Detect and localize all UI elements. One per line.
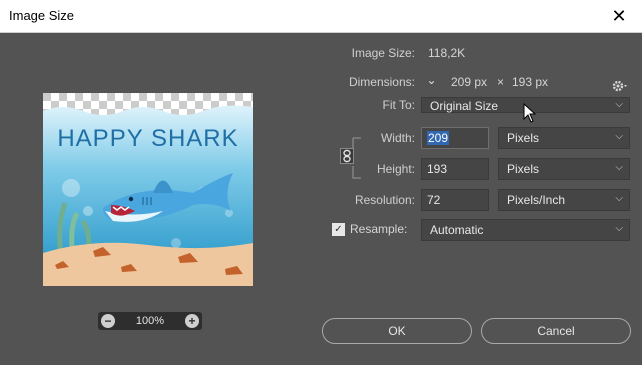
image-size-value: 118,2K bbox=[428, 46, 466, 60]
resolution-unit-dropdown[interactable]: Pixels/Inch ⌵ bbox=[498, 189, 630, 211]
chevron-down-icon: ⌵ bbox=[615, 162, 623, 173]
width-unit-dropdown[interactable]: Pixels ⌵ bbox=[498, 127, 630, 149]
resample-label: Resample: bbox=[350, 222, 408, 236]
resolution-value: 72 bbox=[427, 193, 441, 207]
height-unit-value: Pixels bbox=[507, 162, 540, 176]
gear-icon[interactable] bbox=[612, 79, 630, 93]
fit-to-value: Original Size bbox=[430, 99, 499, 113]
window-title: Image Size bbox=[9, 8, 75, 23]
chevron-down-icon: ⌵ bbox=[615, 99, 623, 110]
preview-artwork bbox=[43, 93, 253, 287]
height-unit-dropdown[interactable]: Pixels ⌵ bbox=[498, 158, 630, 180]
chevron-down-icon: ⌵ bbox=[615, 131, 623, 142]
preview-title: HAPPY SHARK bbox=[57, 125, 239, 152]
image-size-label: Image Size: bbox=[351, 46, 415, 60]
zoom-in-button[interactable]: + bbox=[185, 314, 199, 328]
width-value: 209 bbox=[427, 131, 450, 145]
chevron-down-icon: ⌵ bbox=[615, 223, 623, 234]
resample-checkbox[interactable]: ✓ bbox=[332, 223, 345, 236]
height-value: 193 bbox=[427, 162, 448, 176]
title-bar: Image Size ✕ bbox=[0, 0, 642, 33]
ok-button[interactable]: OK bbox=[322, 318, 472, 344]
image-preview[interactable]: HAPPY SHARK bbox=[43, 93, 253, 287]
zoom-control: − 100% + bbox=[98, 312, 202, 330]
dimensions-label: Dimensions: bbox=[348, 75, 415, 89]
dimensions-width: 209 px bbox=[451, 75, 488, 89]
width-unit-value: Pixels bbox=[507, 131, 540, 145]
dialog-body: HAPPY SHARK − 100% + Image Size: 118,2K … bbox=[0, 33, 642, 365]
close-button[interactable]: ✕ bbox=[596, 0, 642, 32]
mouse-cursor-icon bbox=[523, 103, 537, 123]
resolution-unit-value: Pixels/Inch bbox=[507, 193, 566, 207]
fit-to-label: Fit To: bbox=[382, 98, 415, 112]
height-input[interactable]: 193 bbox=[421, 158, 489, 180]
height-label: Height: bbox=[376, 162, 415, 176]
dimensions-times: × bbox=[497, 75, 505, 89]
chevron-down-icon: ⌵ bbox=[615, 193, 623, 204]
width-input[interactable]: 209 bbox=[421, 127, 489, 149]
dimensions-height: 193 px bbox=[512, 75, 549, 89]
chevron-down-icon[interactable]: ⌄ bbox=[425, 74, 438, 88]
cancel-button[interactable]: Cancel bbox=[481, 318, 631, 344]
width-label: Width: bbox=[380, 131, 415, 145]
resolution-input[interactable]: 72 bbox=[421, 189, 489, 211]
resolution-label: Resolution: bbox=[354, 193, 415, 207]
resample-dropdown[interactable]: Automatic ⌵ bbox=[421, 219, 630, 241]
resample-value: Automatic bbox=[430, 223, 484, 237]
